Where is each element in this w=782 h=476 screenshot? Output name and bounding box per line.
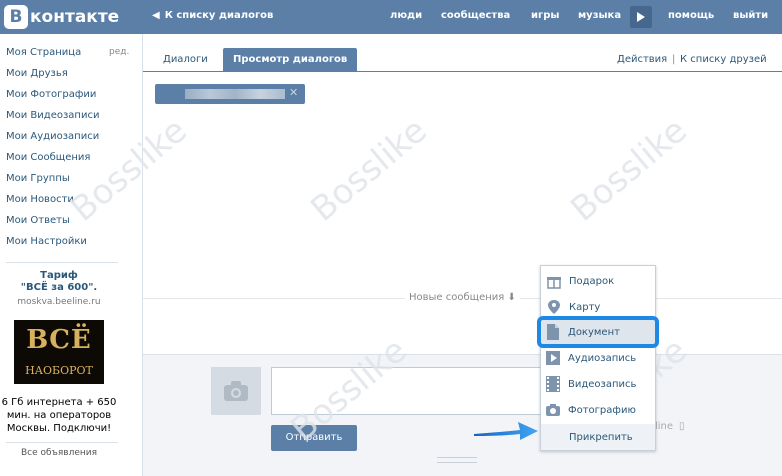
document-highlight-frame	[537, 316, 659, 348]
top-header: В контакте ◀ К списку диалогов люди сообщ…	[0, 0, 782, 34]
nav-help[interactable]: помощь	[668, 10, 714, 21]
sidebar-item-groups[interactable]: Мои Группы	[6, 173, 70, 184]
nav-logout[interactable]: выйти	[733, 10, 768, 21]
nav-people[interactable]: люди	[390, 10, 422, 21]
menu-item-gift[interactable]: Подарок	[541, 268, 655, 294]
friends-list-link[interactable]: К списку друзей	[680, 54, 767, 65]
close-icon[interactable]: ✕	[289, 86, 298, 99]
new-messages-text: Новые сообщения	[409, 292, 505, 303]
gift-icon	[547, 277, 561, 289]
play-icon	[637, 12, 645, 22]
music-play-button[interactable]	[630, 6, 652, 28]
ad-description: 6 Гб интернета + 650 мин. на операторов …	[1, 397, 117, 434]
ad-image[interactable]: ВСЁ НАОБОРОТ	[14, 320, 104, 384]
main-content: Диалоги Просмотр диалогов Действия | К с…	[142, 34, 782, 476]
nav-games[interactable]: игры	[531, 10, 559, 21]
sidebar-edit-link[interactable]: ред.	[109, 47, 129, 57]
audio-icon	[546, 351, 560, 365]
menu-item-video[interactable]: Видеозапись	[540, 371, 654, 397]
sidebar-item-settings[interactable]: Мои Настройки	[6, 236, 87, 247]
compose-area: Отправить line ▯	[143, 354, 782, 476]
sidebar-item-audio[interactable]: Мои Аудиозаписи	[6, 131, 99, 142]
sidebar-item-answers[interactable]: Мои Ответы	[6, 215, 70, 226]
menu-label-video: Видеозапись	[568, 379, 637, 390]
ad-image-big-text: ВСЁ	[26, 325, 92, 355]
ad-title-line1[interactable]: Тариф	[0, 270, 118, 282]
sidebar-item-photos[interactable]: Мои Фотографии	[6, 89, 96, 100]
link-separator: |	[672, 54, 676, 65]
sidebar-divider	[6, 442, 118, 443]
sidebar-item-friends[interactable]: Мои Друзья	[6, 68, 68, 79]
menu-label-gift: Подарок	[569, 276, 615, 287]
tab-dialogs[interactable]: Диалоги	[153, 49, 218, 71]
recipient-chip[interactable]: ✕	[155, 84, 305, 104]
menu-item-audio[interactable]: Аудиозапись	[540, 345, 654, 371]
menu-label-map: Карту	[569, 302, 601, 313]
arrow-down-icon: ⬇	[507, 292, 516, 303]
back-to-dialogs-link[interactable]: ◀ К списку диалогов	[152, 10, 273, 21]
actions-link[interactable]: Действия	[617, 54, 667, 65]
sidebar-divider	[6, 262, 118, 263]
new-messages-label: Новые сообщения ⬇	[405, 292, 520, 303]
user-avatar-placeholder	[211, 367, 261, 415]
menu-label-photo: Фотографию	[568, 405, 636, 416]
ad-title-line2[interactable]: "ВСЁ за 600".	[0, 282, 118, 294]
vk-logo[interactable]: В контакте	[4, 4, 119, 30]
camera-icon	[224, 381, 248, 401]
nav-communities[interactable]: сообщества	[441, 10, 510, 21]
pointer-arrow-icon	[474, 422, 538, 440]
video-icon	[546, 376, 560, 392]
ad-image-small-text: НАОБОРОТ	[25, 364, 93, 377]
tabs-bar: Диалоги Просмотр диалогов Действия | К с…	[143, 34, 782, 72]
phone-icon: ▯	[679, 421, 685, 432]
tab-view-dialogs[interactable]: Просмотр диалогов	[223, 48, 358, 72]
all-ads-link[interactable]: Все объявления	[0, 448, 118, 458]
logo-mark: В	[4, 5, 28, 29]
attach-button[interactable]: Прикрепить	[541, 424, 655, 450]
map-pin-icon	[548, 300, 560, 314]
sidebar-item-my-page[interactable]: Моя Страница	[6, 47, 81, 58]
online-status: line	[655, 421, 674, 432]
recipient-name-blurred	[185, 89, 285, 99]
nav-music[interactable]: музыка	[578, 10, 621, 21]
camera-icon	[546, 404, 560, 416]
sidebar-item-videos[interactable]: Мои Видеозаписи	[6, 110, 99, 121]
back-link-label: К списку диалогов	[164, 10, 274, 21]
attach-label: Прикрепить	[569, 432, 633, 443]
ad-domain: moskva.beeline.ru	[17, 297, 101, 307]
resize-handle[interactable]	[437, 457, 477, 463]
menu-label-audio: Аудиозапись	[568, 353, 637, 364]
sidebar-item-messages[interactable]: Мои Сообщения	[6, 152, 90, 163]
chevron-left-icon: ◀	[152, 10, 160, 21]
logo-text: контакте	[30, 7, 120, 27]
menu-item-photo[interactable]: Фотографию	[540, 397, 654, 423]
